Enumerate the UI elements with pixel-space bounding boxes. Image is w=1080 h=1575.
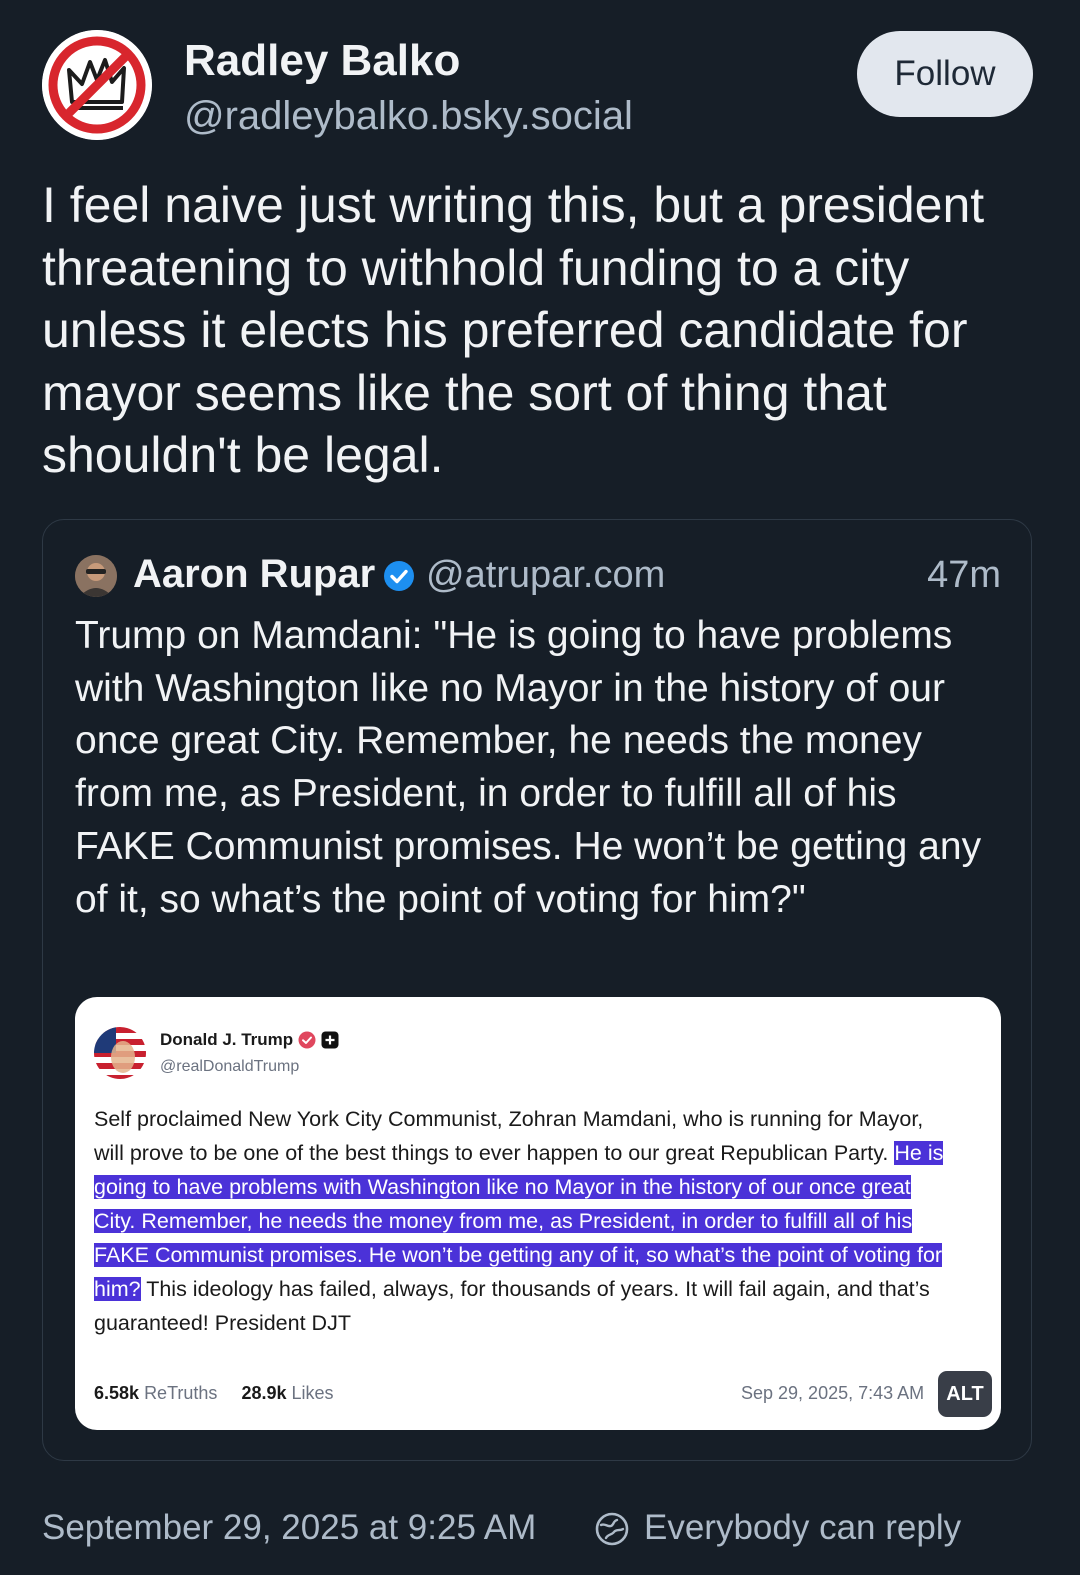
embed-body-text: Self proclaimed New York City Communist,… bbox=[94, 1102, 954, 1340]
embed-body-before: Self proclaimed New York City Communist,… bbox=[94, 1107, 924, 1165]
quote-text: Trump on Mamdani: "He is going to have p… bbox=[75, 614, 982, 921]
embedded-image[interactable]: Donald J. Trump @realDonaldTrump Self pr… bbox=[75, 997, 1001, 1430]
author-avatar[interactable] bbox=[42, 30, 152, 140]
retruths-count: 6.58k bbox=[94, 1383, 140, 1403]
author-handle[interactable]: @radleybalko.bsky.social bbox=[184, 94, 633, 139]
person-avatar-icon bbox=[75, 555, 117, 597]
plus-badge-icon bbox=[321, 1031, 339, 1049]
post-text: I feel naive just writing this, but a pr… bbox=[42, 177, 985, 483]
verified-check-icon bbox=[384, 561, 414, 591]
likes-label: Likes bbox=[291, 1383, 334, 1403]
globe-icon bbox=[595, 1512, 629, 1546]
retruths-label: ReTruths bbox=[144, 1383, 218, 1403]
follow-button[interactable]: Follow bbox=[857, 31, 1033, 117]
embed-author-name: Donald J. Trump bbox=[160, 1030, 294, 1049]
alt-text-button[interactable]: ALT bbox=[938, 1371, 992, 1417]
quote-author-avatar[interactable] bbox=[75, 555, 117, 597]
flag-avatar-icon bbox=[94, 1027, 146, 1079]
post-timestamp: September 29, 2025 at 9:25 AM bbox=[42, 1508, 537, 1547]
embed-stats: 6.58k ReTruths 28.9k Likes bbox=[94, 1383, 334, 1404]
embed-date: Sep 29, 2025, 7:43 AM bbox=[741, 1383, 925, 1403]
quote-author-name[interactable]: Aaron Rupar bbox=[133, 552, 375, 597]
quote-author-handle[interactable]: @atrupar.com bbox=[426, 554, 665, 597]
reply-setting[interactable]: Everybody can reply bbox=[644, 1508, 961, 1548]
quoted-post[interactable]: Aaron Rupar @atrupar.com 47m Trump on Ma… bbox=[42, 519, 1032, 1461]
likes-count: 28.9k bbox=[241, 1383, 287, 1403]
verified-badge-icon bbox=[298, 1031, 316, 1049]
quote-timestamp[interactable]: 47m bbox=[927, 554, 1001, 597]
no-crown-icon bbox=[42, 30, 152, 140]
embed-body-after: This ideology has failed, always, for th… bbox=[94, 1277, 930, 1335]
post-view: Radley Balko @radleybalko.bsky.social Fo… bbox=[0, 0, 1080, 1575]
embed-author-handle: @realDonaldTrump bbox=[160, 1058, 300, 1075]
embed-author-avatar bbox=[94, 1027, 146, 1079]
author-name[interactable]: Radley Balko bbox=[184, 36, 460, 86]
